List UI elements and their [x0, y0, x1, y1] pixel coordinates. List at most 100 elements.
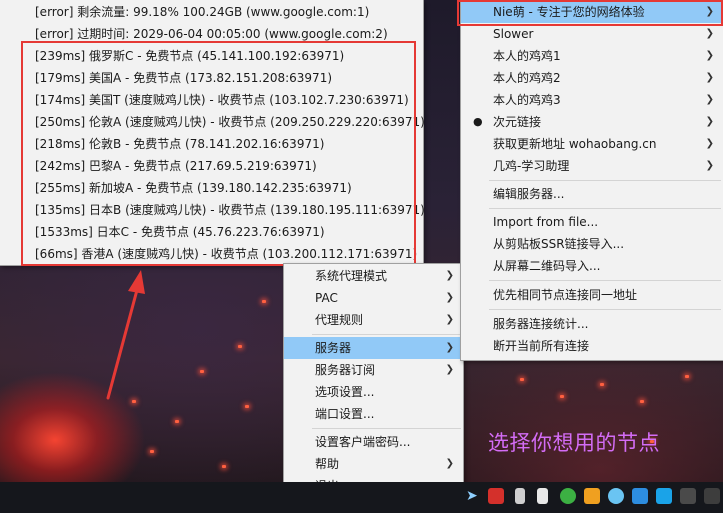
menu-item-label: 本人的鸡鸡1: [493, 49, 561, 63]
server-item-label: [255ms] 新加坡A - 免费节点 (139.180.142.235:639…: [35, 181, 352, 195]
shield-icon[interactable]: [584, 488, 600, 504]
submenu-prefer-same-node[interactable]: 优先相同节点连接同一地址: [461, 284, 723, 306]
menu-item-help[interactable]: 帮助 ❯: [284, 453, 463, 475]
wechat-icon[interactable]: [560, 488, 576, 504]
menu-separator: [489, 180, 721, 181]
chevron-right-icon: ❯: [445, 270, 454, 281]
input-method-icon[interactable]: [488, 488, 504, 504]
menu-item-label: 本人的鸡鸡2: [493, 71, 561, 85]
chevron-right-icon: ❯: [705, 138, 714, 149]
chevron-right-icon: ❯: [705, 160, 714, 171]
menu-item-label: 服务器: [315, 341, 352, 355]
chevron-right-icon: ❯: [705, 116, 714, 127]
submenu-conn-stats[interactable]: 服务器连接统计...: [461, 313, 723, 335]
submenu-edit-servers[interactable]: 编辑服务器...: [461, 183, 723, 205]
app-icon[interactable]: [632, 488, 648, 504]
menu-item-label: 代理规则: [315, 313, 364, 327]
menu-item-label: 服务器连接统计...: [493, 317, 589, 331]
radio-dot-icon: ●: [473, 115, 483, 128]
chevron-right-icon: ❯: [705, 94, 714, 105]
menu-item-options[interactable]: 选项设置...: [284, 381, 463, 403]
menu-item-label: 从剪贴板SSR链接导入...: [493, 237, 625, 251]
menu-item-label: 次元链接: [493, 115, 542, 129]
menu-item-label: 几鸡-学习助理: [493, 159, 570, 173]
menu-separator: [312, 334, 461, 335]
taskbar: ➤: [0, 482, 723, 513]
submenu-group-nie[interactable]: Nie萌 - 专注于您的网络体验 ❯: [461, 1, 723, 23]
chevron-right-icon: ❯: [445, 364, 454, 375]
server-item[interactable]: [179ms] 美国A - 免费节点 (173.82.151.208:63971…: [0, 67, 423, 89]
chevron-right-icon: ❯: [705, 50, 714, 61]
submenu-disconnect-all[interactable]: 断开当前所有连接: [461, 335, 723, 357]
chevron-right-icon: ❯: [445, 292, 454, 303]
server-item-label: [218ms] 伦敦B - 免费节点 (78.141.202.16:63971): [35, 137, 325, 151]
server-item-label: [1533ms] 日本C - 免费节点 (45.76.223.76:63971): [35, 225, 325, 239]
menu-item-label: 从屏幕二维码导入...: [493, 259, 601, 273]
submenu-group-wohaobang[interactable]: 获取更新地址 wohaobang.cn ❯: [461, 133, 723, 155]
server-item-traffic[interactable]: [error] 剩余流量: 99.18% 100.24GB (www.googl…: [0, 1, 423, 23]
server-item[interactable]: [174ms] 美国T (速度贼鸡儿快) - 收费节点 (103.102.7.2…: [0, 89, 423, 111]
usb-icon[interactable]: [515, 488, 525, 504]
submenu-group-3[interactable]: 本人的鸡鸡3 ❯: [461, 89, 723, 111]
server-item-label: [174ms] 美国T (速度贼鸡儿快) - 收费节点 (103.102.7.2…: [35, 93, 409, 107]
server-list-menu: [error] 剩余流量: 99.18% 100.24GB (www.googl…: [0, 0, 425, 266]
menu-item-port-settings[interactable]: 端口设置...: [284, 403, 463, 425]
submenu-group-1[interactable]: 本人的鸡鸡1 ❯: [461, 45, 723, 67]
server-item[interactable]: [239ms] 俄罗斯C - 免费节点 (45.141.100.192:6397…: [0, 45, 423, 67]
menu-separator: [489, 208, 721, 209]
server-item-expiry[interactable]: [error] 过期时间: 2029-06-04 00:05:00 (www.g…: [0, 23, 423, 45]
server-item-label: [239ms] 俄罗斯C - 免费节点 (45.141.100.192:6397…: [35, 49, 345, 63]
menu-item-label: 本人的鸡鸡3: [493, 93, 561, 107]
menu-separator: [489, 309, 721, 310]
server-item-label: [250ms] 伦敦A (速度贼鸡儿快) - 收费节点 (209.250.229…: [35, 115, 425, 129]
submenu-group-ciyuan[interactable]: ● 次元链接 ❯: [461, 111, 723, 133]
menu-item-servers[interactable]: 服务器 ❯: [284, 337, 463, 359]
chat-icon[interactable]: [656, 488, 672, 504]
server-item[interactable]: [135ms] 日本B (速度贼鸡儿快) - 收费节点 (139.180.195…: [0, 199, 425, 221]
menu-item-label: 优先相同节点连接同一地址: [493, 288, 638, 302]
server-item[interactable]: [242ms] 巴黎A - 免费节点 (217.69.5.219:63971): [0, 155, 423, 177]
menu-item-label: 端口设置...: [315, 407, 375, 421]
menu-item-server-subscription[interactable]: 服务器订阅 ❯: [284, 359, 463, 381]
network-icon[interactable]: [704, 488, 720, 504]
submenu-group-jiwei[interactable]: 几鸡-学习助理 ❯: [461, 155, 723, 177]
server-item-label: [error] 剩余流量: 99.18% 100.24GB (www.googl…: [35, 5, 370, 19]
menu-item-label: 编辑服务器...: [493, 187, 565, 201]
submenu-group-slower[interactable]: Slower ❯: [461, 23, 723, 45]
menu-item-label: 选项设置...: [315, 385, 375, 399]
chevron-right-icon: ❯: [445, 458, 454, 469]
menu-item-client-password[interactable]: 设置客户端密码...: [284, 431, 463, 453]
server-item[interactable]: [250ms] 伦敦A (速度贼鸡儿快) - 收费节点 (209.250.229…: [0, 111, 425, 133]
server-item-label: [66ms] 香港A (速度贼鸡儿快) - 收费节点 (103.200.112.…: [35, 247, 418, 261]
menu-item-label: Import from file...: [493, 215, 599, 229]
cursor-icon[interactable]: ➤: [466, 488, 482, 504]
menu-item-label: Slower: [493, 27, 534, 41]
file-icon[interactable]: [537, 488, 548, 504]
server-item[interactable]: [255ms] 新加坡A - 免费节点 (139.180.142.235:639…: [0, 177, 423, 199]
annotation-caption: 选择你想用的节点: [488, 431, 660, 455]
chevron-right-icon: ❯: [705, 28, 714, 39]
menu-item-proxy-mode[interactable]: 系统代理模式 ❯: [284, 265, 463, 287]
server-item-label: [179ms] 美国A - 免费节点 (173.82.151.208:63971…: [35, 71, 333, 85]
servers-submenu: Nie萌 - 专注于您的网络体验 ❯ Slower ❯ 本人的鸡鸡1 ❯ 本人的鸡鸡2…: [460, 0, 723, 361]
chevron-right-icon: ❯: [705, 6, 714, 17]
menu-item-label: 获取更新地址 wohaobang.cn: [493, 137, 657, 151]
chevron-right-icon: ❯: [445, 342, 454, 353]
submenu-group-2[interactable]: 本人的鸡鸡2 ❯: [461, 67, 723, 89]
menu-item-label: 帮助: [315, 457, 340, 471]
nvidia-icon[interactable]: [680, 488, 696, 504]
submenu-import-qr[interactable]: 从屏幕二维码导入...: [461, 255, 723, 277]
submenu-import-clipboard[interactable]: 从剪贴板SSR链接导入...: [461, 233, 723, 255]
server-item[interactable]: [1533ms] 日本C - 免费节点 (45.76.223.76:63971): [0, 221, 423, 243]
menu-item-label: 断开当前所有连接: [493, 339, 590, 353]
server-item[interactable]: [218ms] 伦敦B - 免费节点 (78.141.202.16:63971): [0, 133, 423, 155]
server-item[interactable]: [66ms] 香港A (速度贼鸡儿快) - 收费节点 (103.200.112.…: [0, 243, 423, 265]
chevron-right-icon: ❯: [705, 72, 714, 83]
menu-item-pac[interactable]: PAC ❯: [284, 287, 463, 309]
submenu-import-file[interactable]: Import from file...: [461, 211, 723, 233]
server-item-label: [error] 过期时间: 2029-06-04 00:05:00 (www.g…: [35, 27, 388, 41]
menu-item-label: PAC: [315, 291, 338, 305]
globe-icon[interactable]: [608, 488, 624, 504]
menu-item-proxy-rules[interactable]: 代理规则 ❯: [284, 309, 463, 331]
menu-item-label: 服务器订阅: [315, 363, 376, 377]
